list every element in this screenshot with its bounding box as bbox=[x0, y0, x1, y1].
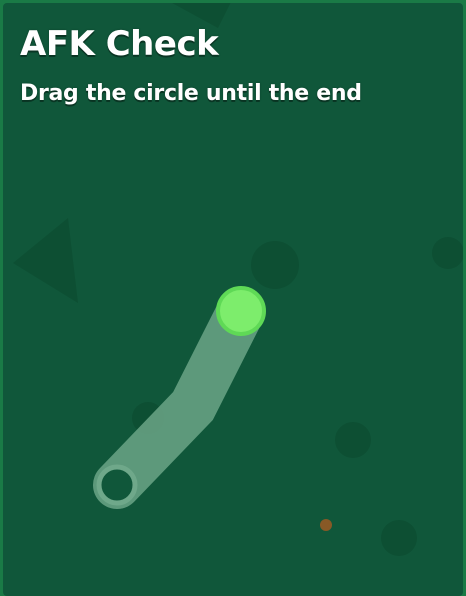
afk-check-panel: AFK Check Drag the circle until the end bbox=[3, 3, 463, 596]
drag-end-target bbox=[96, 464, 138, 506]
drag-track-area bbox=[93, 286, 332, 531]
small-orange-dot bbox=[320, 519, 332, 531]
drag-handle-circle[interactable] bbox=[216, 286, 266, 336]
drag-path-track bbox=[93, 287, 265, 509]
